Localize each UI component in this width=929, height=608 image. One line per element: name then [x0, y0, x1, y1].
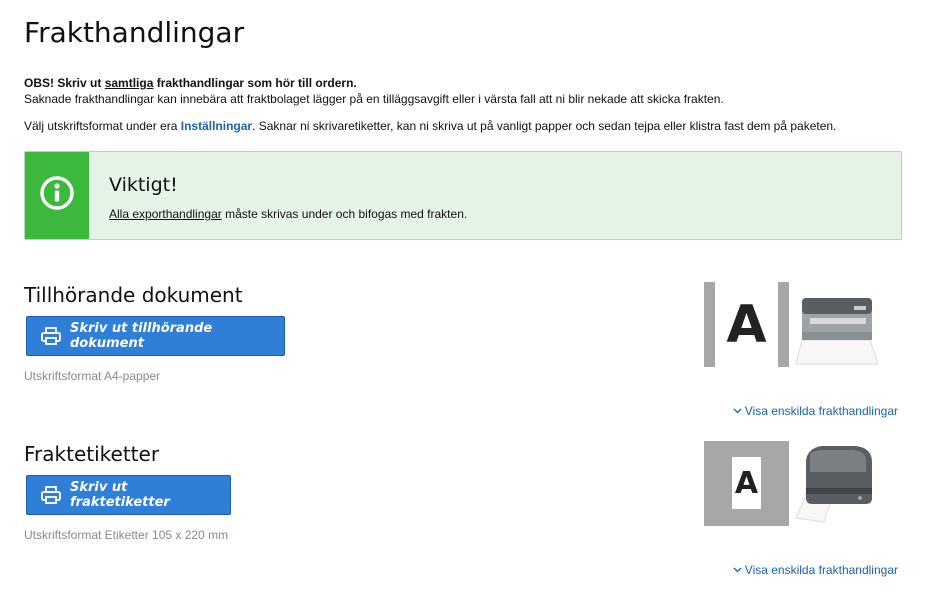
notice-title: Viktigt!: [109, 174, 178, 196]
notice-text: Alla exporthandlingar måste skrivas unde…: [109, 207, 467, 221]
intro-warning-suffix: frakthandlingar som hör till ordern.: [153, 76, 357, 90]
settings-link[interactable]: Inställningar: [181, 119, 252, 133]
format-hint-prefix: Välj utskriftsformat under era: [24, 119, 181, 133]
important-notice: Viktigt! Alla exporthandlingar måste skr…: [24, 151, 902, 240]
section-title-labels: Fraktetiketter: [24, 442, 160, 466]
intro-format-hint: Välj utskriftsformat under era Inställni…: [24, 118, 904, 134]
intro-warning-emphasis: samtliga: [104, 76, 154, 90]
label-printer-image: [795, 446, 872, 523]
printer-icon: [41, 327, 61, 345]
export-documents-link[interactable]: Alla exporthandlingar: [109, 207, 222, 221]
notice-text-suffix: måste skrivas under och bifogas med frak…: [221, 207, 468, 221]
intro-text: OBS! Skriv ut samtliga frakthandlingar s…: [24, 75, 904, 134]
page-title: Frakthandlingar: [24, 16, 245, 49]
toggle-individual-documents-2[interactable]: Visa enskilda frakthandlingar: [733, 563, 898, 577]
notice-accent-bar: [25, 152, 89, 239]
section-title-documents: Tillhörande dokument: [24, 283, 243, 307]
documents-format-text: Utskriftsformat A4-papper: [24, 369, 161, 383]
chevron-down-icon: [733, 567, 742, 573]
labels-format-text: Utskriftsformat Etiketter 105 x 220 mm: [24, 528, 229, 542]
label-paper-illustration: A: [704, 441, 789, 526]
intro-warning-prefix: OBS! Skriv ut: [24, 76, 105, 90]
format-hint-suffix: . Saknar ni skrivaretiketter, kan ni skr…: [252, 119, 837, 133]
print-labels-button[interactable]: Skriv ut fraktetiketter: [26, 475, 231, 515]
intro-consequence: Saknade frakthandlingar kan innebära att…: [24, 92, 724, 106]
a4-paper-illustration: A: [704, 282, 789, 367]
toggle-label: Visa enskilda frakthandlingar: [744, 404, 898, 418]
printer-icon: [41, 486, 61, 504]
intro-warning: OBS! Skriv ut samtliga frakthandlingar s…: [24, 75, 904, 91]
toggle-label: Visa enskilda frakthandlingar: [744, 563, 898, 577]
laser-printer-image: [795, 298, 878, 365]
chevron-down-icon: [733, 408, 742, 414]
print-documents-button[interactable]: Skriv ut tillhörande dokument: [26, 316, 285, 356]
paper-letter: A: [726, 294, 767, 355]
print-labels-label: Skriv ut fraktetiketter: [70, 480, 170, 510]
toggle-individual-documents-1[interactable]: Visa enskilda frakthandlingar: [733, 404, 898, 418]
label-letter: A: [734, 465, 759, 501]
info-circle-icon: [39, 175, 75, 216]
print-documents-label: Skriv ut tillhörande dokument: [70, 321, 213, 351]
